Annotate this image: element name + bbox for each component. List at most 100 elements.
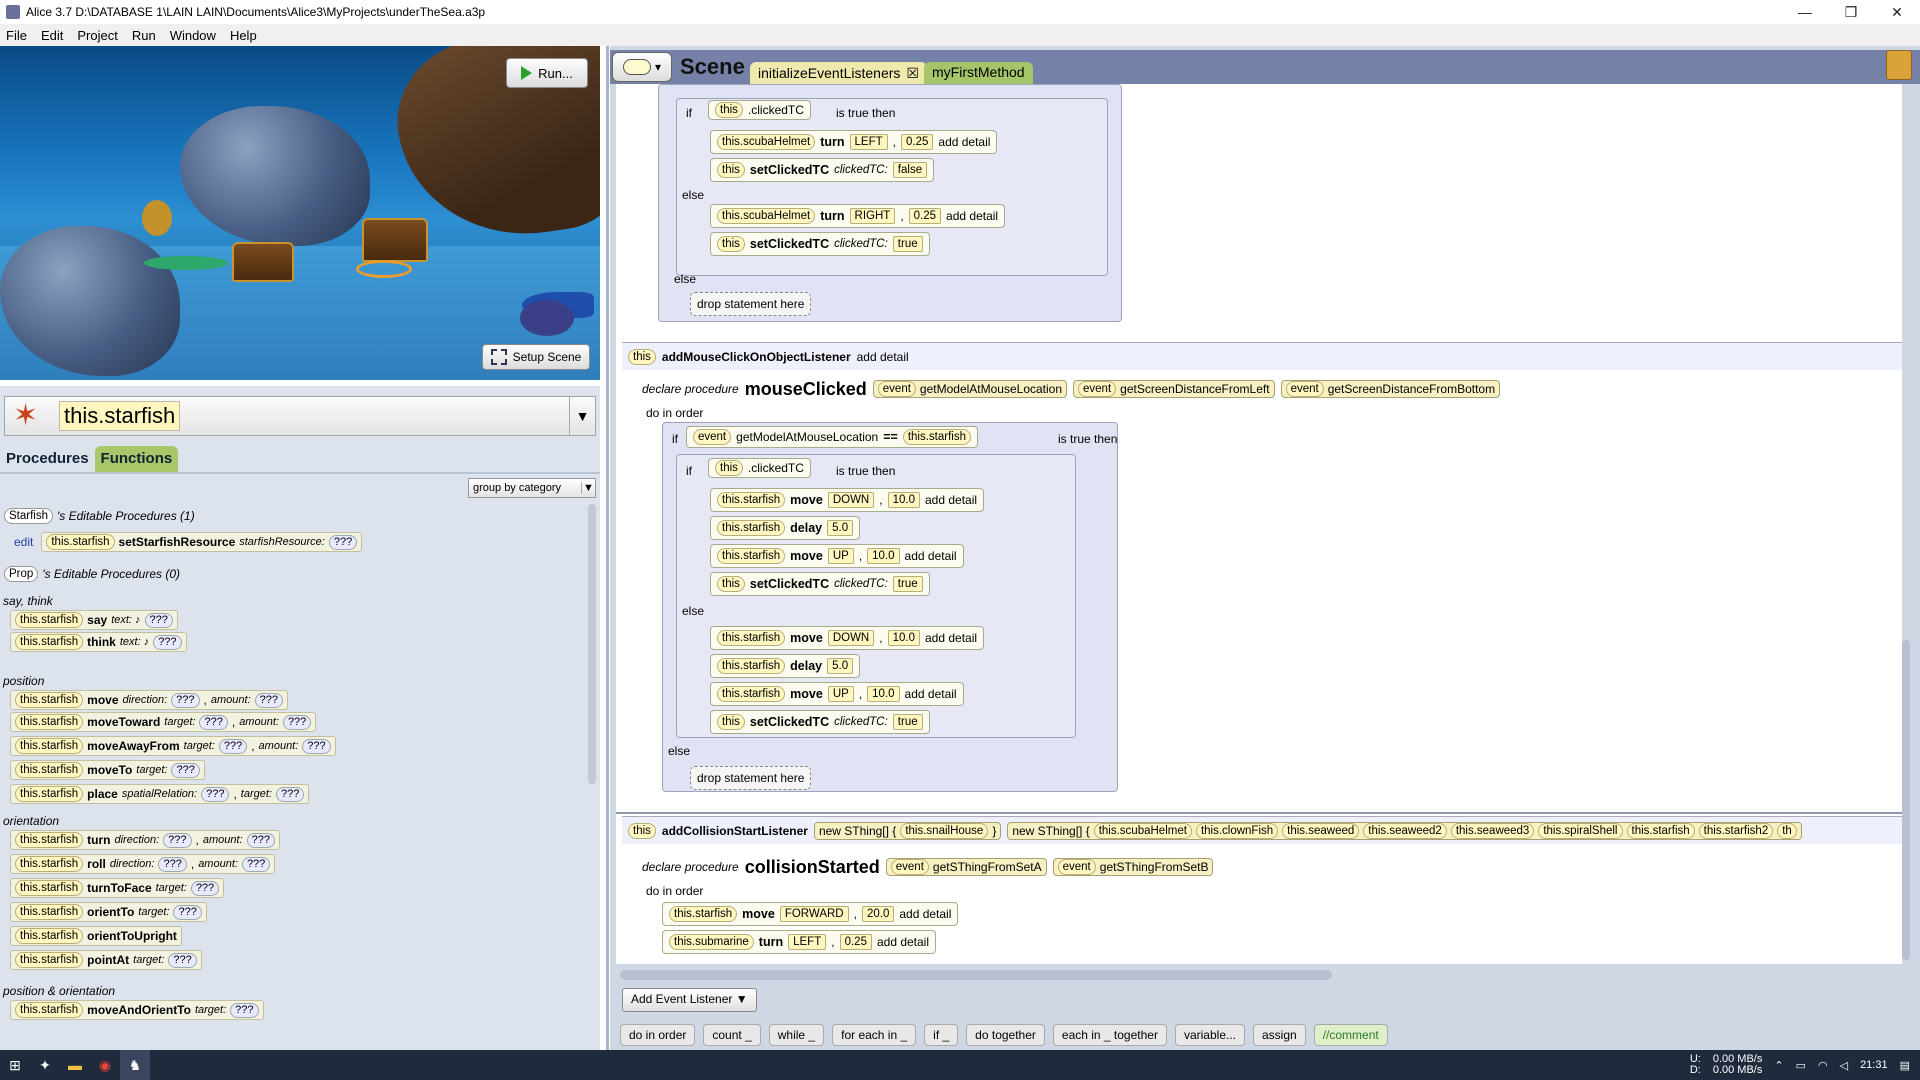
placeholder-value[interactable]: ??? xyxy=(201,786,230,802)
statement-set-clicked-true[interactable]: this setClickedTC clickedTC: true xyxy=(710,710,930,734)
maximize-button[interactable]: ❒ xyxy=(1828,0,1874,24)
argument-value[interactable]: 5.0 xyxy=(827,520,854,536)
statement-set-clicked-false[interactable]: this setClickedTC clickedTC: false xyxy=(710,158,935,182)
placeholder-value[interactable]: ??? xyxy=(246,832,275,848)
add-event-listener-button[interactable]: Add Event Listener ▼ xyxy=(622,988,757,1012)
procedure-tile-place[interactable]: this.starfish place spatialRelation:???, ta… xyxy=(10,784,310,804)
set-a-array[interactable]: new SThing[] {this.snailHouse} xyxy=(813,821,1002,840)
scene-view[interactable] xyxy=(0,46,600,380)
condition-tile[interactable]: this .clickedTC xyxy=(708,458,811,478)
scene-type-button[interactable]: ▾ xyxy=(612,52,672,82)
argument-value[interactable]: UP xyxy=(827,548,854,564)
direction-value[interactable]: LEFT xyxy=(788,934,827,950)
procedures-scrollbar[interactable] xyxy=(588,504,596,784)
drop-statement-placeholder[interactable]: drop statement here xyxy=(690,292,812,316)
procedure-tile-say[interactable]: this.starfish say text: ♪??? xyxy=(10,610,178,630)
placeholder-value[interactable]: ??? xyxy=(230,1002,259,1018)
placeholder-value[interactable]: ??? xyxy=(254,692,283,708)
add-detail-button[interactable]: add detail xyxy=(938,135,990,149)
event-param-tile[interactable]: event getScreenDistanceFromBottom xyxy=(1280,380,1501,398)
add-detail-button[interactable]: add detail xyxy=(946,209,998,223)
amount-value[interactable]: 0.25 xyxy=(901,134,934,150)
boolean-value[interactable]: true xyxy=(892,236,923,252)
object-selector[interactable]: ✶ this.starfish ▼ xyxy=(4,396,596,436)
argument-value[interactable]: 10.0 xyxy=(867,548,900,564)
placeholder-value[interactable]: ??? xyxy=(218,738,248,754)
procedure-tile-orientTo[interactable]: this.starfish orientTo target:??? xyxy=(10,902,207,922)
edit-link[interactable]: edit xyxy=(14,535,33,549)
editor-horizontal-scrollbar[interactable] xyxy=(620,970,1332,980)
palette-item[interactable]: if _ xyxy=(924,1024,959,1046)
volume-icon[interactable]: ◁ xyxy=(1840,1059,1848,1072)
statement-set-clicked-true[interactable]: this setClickedTC clickedTC: true xyxy=(710,572,930,596)
palette-item[interactable]: each in _ together xyxy=(1052,1024,1167,1046)
event-param-tile[interactable]: event getScreenDistanceFromLeft xyxy=(1073,380,1275,398)
splitter[interactable] xyxy=(606,46,609,1050)
palette-item[interactable]: count _ xyxy=(703,1024,761,1046)
boolean-value[interactable]: false xyxy=(892,162,928,178)
add-detail-button[interactable]: add detail xyxy=(905,549,957,563)
placeholder-value[interactable]: ??? xyxy=(199,714,228,730)
placeholder-value[interactable]: ??? xyxy=(190,880,220,896)
placeholder-value[interactable]: ??? xyxy=(153,634,182,650)
statement-delay[interactable]: this.starfish delay 5.0 xyxy=(710,516,861,540)
procedure-tile-turnToFace[interactable]: this.starfish turnToFace target:??? xyxy=(10,878,225,898)
class-badge-prop[interactable]: Prop xyxy=(4,566,39,582)
procedure-tile-move[interactable]: this.starfish move direction:???, amount:??… xyxy=(10,690,288,710)
amount-value[interactable]: 0.25 xyxy=(908,208,942,224)
windows-start-icon[interactable]: ⊞ xyxy=(0,1050,30,1080)
editor-vertical-scrollbar[interactable] xyxy=(1902,640,1910,960)
direction-value[interactable]: LEFT xyxy=(849,134,888,150)
procedure-tile-turn[interactable]: this.starfish turn direction:???, amount:??… xyxy=(10,830,280,850)
menu-project[interactable]: Project xyxy=(77,28,117,43)
argument-value[interactable]: 10.0 xyxy=(867,686,900,702)
statement-set-clicked-true[interactable]: this setClickedTC clickedTC: true xyxy=(710,232,930,256)
palette-item[interactable]: variable... xyxy=(1174,1024,1245,1046)
amount-value[interactable]: 0.25 xyxy=(839,934,872,950)
statement-move-up[interactable]: this.starfish move UP, 10.0 add detail xyxy=(710,544,964,568)
placeholder-value[interactable]: ??? xyxy=(158,856,187,872)
procedure-tile-think[interactable]: this.starfish think text: ♪??? xyxy=(10,632,187,652)
alice-taskbar-icon[interactable]: ♞ xyxy=(120,1050,150,1080)
argument-value[interactable]: 10.0 xyxy=(887,492,920,508)
dropdown-arrow-icon[interactable]: ▼ xyxy=(569,397,595,435)
tab-initialize-event-listeners[interactable]: initializeEventListeners ☒ xyxy=(750,62,927,84)
clock[interactable]: 21:31 xyxy=(1860,1059,1888,1071)
add-detail-button[interactable]: add detail xyxy=(857,350,909,364)
group-by-select[interactable]: group by category ▼ xyxy=(468,478,596,498)
set-starfish-resource-tile[interactable]: this.starfish setStarfishResource starfi… xyxy=(41,532,363,552)
placeholder-value[interactable]: ??? xyxy=(275,786,305,802)
close-button[interactable]: ✕ xyxy=(1874,0,1920,24)
class-badge-starfish[interactable]: Starfish xyxy=(4,508,53,524)
argument-value[interactable]: true xyxy=(892,576,923,592)
statement-turn-right[interactable]: this.scubaHelmet turn RIGHT, 0.25 add de… xyxy=(710,204,1006,228)
palette-item[interactable]: while _ xyxy=(768,1024,825,1046)
menu-help[interactable]: Help xyxy=(230,28,257,43)
placeholder-value[interactable]: ??? xyxy=(144,612,173,628)
procedure-tile-roll[interactable]: this.starfish roll direction:???, amount:??… xyxy=(10,854,276,874)
chevron-up-icon[interactable]: ⌃ xyxy=(1774,1059,1783,1072)
notification-icon[interactable]: ▤ xyxy=(1900,1059,1910,1072)
event-param-tile[interactable]: event getSThingFromSetB xyxy=(1052,858,1214,876)
run-button[interactable]: Run... xyxy=(506,58,588,88)
chrome-icon[interactable]: ◉ xyxy=(90,1050,120,1080)
condition-equals-tile[interactable]: event getModelAtMouseLocation == this.st… xyxy=(686,426,979,448)
direction-value[interactable]: RIGHT xyxy=(849,208,896,224)
statement-move-down[interactable]: this.starfish move DOWN, 10.0 add detail xyxy=(710,626,985,650)
statement-move-up[interactable]: this.starfish move UP, 10.0 add detail xyxy=(710,682,964,706)
statement-move-down[interactable]: this.starfish move DOWN, 10.0 add detail xyxy=(710,488,985,512)
argument-value[interactable]: UP xyxy=(827,686,854,702)
menu-edit[interactable]: Edit xyxy=(41,28,63,43)
set-b-array[interactable]: new SThing[] {this.scubaHelmet this.clown… xyxy=(1007,821,1802,840)
procedure-tile-moveTo[interactable]: this.starfish moveTo target:??? xyxy=(10,760,205,780)
placeholder-value[interactable]: ??? xyxy=(241,856,271,872)
procedure-tile-moveAwayFrom[interactable]: this.starfish moveAwayFrom target:???, amou… xyxy=(10,736,336,756)
placeholder-value[interactable]: ??? xyxy=(171,762,200,778)
add-detail-button[interactable]: add detail xyxy=(925,631,977,645)
palette-item[interactable]: for each in _ xyxy=(832,1024,917,1046)
placeholder-value[interactable]: ??? xyxy=(173,904,202,920)
procedure-tile-moveAndOrientTo[interactable]: this.starfish moveAndOrientTo target:??? xyxy=(10,1000,264,1020)
menu-file[interactable]: File xyxy=(6,28,27,43)
clipboard-icon[interactable] xyxy=(1886,50,1912,80)
event-param-tile[interactable]: event getSThingFromSetA xyxy=(885,858,1047,876)
